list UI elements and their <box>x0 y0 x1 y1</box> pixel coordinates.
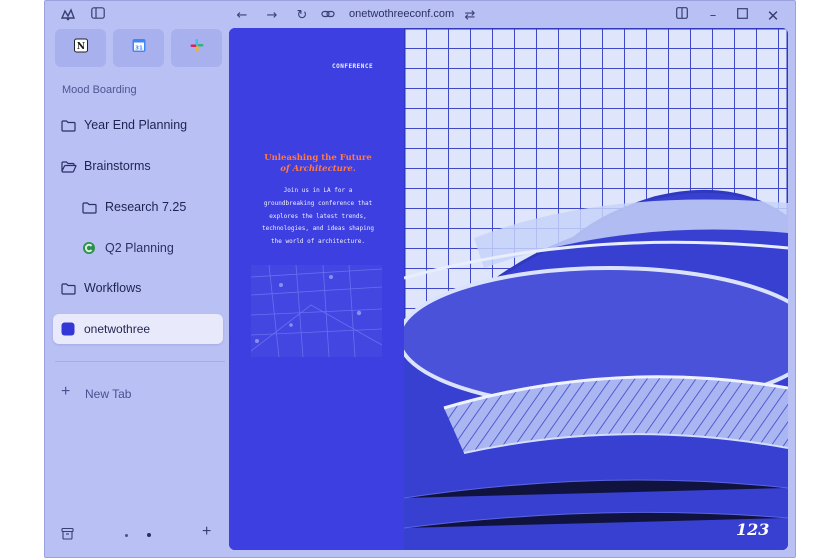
pinned-tab-slack[interactable] <box>171 29 222 67</box>
pinned-tab-notion[interactable]: N <box>55 29 106 67</box>
new-tab-button[interactable]: + New Tab <box>59 381 209 405</box>
sidebar-item-label: onetwothree <box>84 322 151 336</box>
folder-open-icon <box>61 160 77 178</box>
site-controls-icon[interactable]: ⇄ <box>461 7 479 25</box>
close-icon[interactable]: ✕ <box>764 7 782 25</box>
split-view-icon[interactable] <box>673 7 691 25</box>
sidebar-item-label: Brainstorms <box>84 159 151 173</box>
new-tab-label: New Tab <box>85 387 132 401</box>
site-favicon-icon <box>61 322 75 341</box>
web-content: CONFERENCE Unleashing the Future of Arch… <box>229 28 788 550</box>
notion-glyph: N <box>76 42 84 52</box>
space-dot-icon[interactable] <box>125 534 128 537</box>
skylight-image <box>404 28 788 550</box>
sidebar-item-label: Research 7.25 <box>105 200 187 214</box>
description-line: explores the latest trends, <box>269 212 367 220</box>
sidebar-divider <box>55 361 225 362</box>
sidebar-bottom-bar: + <box>45 521 229 549</box>
description-line: technologies, and ideas shaping <box>262 225 374 233</box>
sidebar-item-label: Workflows <box>84 281 142 295</box>
coda-app-icon <box>82 241 96 260</box>
calendar-icon: 31 <box>132 39 146 58</box>
space-dot-active-icon[interactable] <box>147 533 151 537</box>
sidebar-item-label: Q2 Planning <box>105 241 174 255</box>
pinned-tab-calendar[interactable]: 31 <box>113 29 164 67</box>
conference-label: CONFERENCE <box>332 63 374 70</box>
archive-icon[interactable] <box>61 527 74 545</box>
event-description: Join us in LA for a groundbreaking confe… <box>243 185 393 249</box>
folder-icon <box>61 119 76 137</box>
sidebar-item-q2-planning[interactable]: Q2 Planning <box>53 233 223 265</box>
sidebar-item-year-end-planning[interactable]: Year End Planning <box>53 110 223 142</box>
sidebar-item-brainstorms[interactable]: Brainstorms <box>53 151 223 183</box>
folder-icon <box>82 201 97 219</box>
browser-window: ← → ↻ onetwothreeconf.com ⇄ – ✕ N 31 Moo… <box>44 0 796 558</box>
top-bar: ← → ↻ onetwothreeconf.com ⇄ – ✕ <box>45 1 795 31</box>
folder-icon <box>61 282 76 300</box>
sidebar-item-research-7-25[interactable]: Research 7.25 <box>53 192 223 224</box>
description-line: Join us in LA for a <box>283 187 353 194</box>
headline: Unleashing the Future of Architecture. <box>243 153 393 175</box>
sidebar-toggle-icon[interactable] <box>89 7 107 25</box>
poster-info-panel: CONFERENCE Unleashing the Future of Arch… <box>229 28 404 550</box>
maximize-icon[interactable] <box>733 7 751 25</box>
notion-icon: N <box>73 38 88 58</box>
section-label: Mood Boarding <box>62 84 137 96</box>
venue-map-image <box>251 265 382 357</box>
slack-icon <box>190 39 204 58</box>
brand-logo: 123 <box>736 520 770 539</box>
sidebar-item-onetwothree[interactable]: onetwothree <box>53 314 223 344</box>
link-icon[interactable] <box>319 7 337 25</box>
bird-logo-icon[interactable] <box>59 7 77 25</box>
description-line: the world of architecture. <box>271 238 365 246</box>
address-bar[interactable]: onetwothreeconf.com <box>349 8 454 20</box>
architecture-photo: 123 <box>404 28 788 550</box>
forward-icon[interactable]: → <box>263 7 281 25</box>
reload-icon[interactable]: ↻ <box>293 7 311 25</box>
minimize-icon[interactable]: – <box>704 7 722 25</box>
plus-icon: + <box>61 383 71 400</box>
headline-line-2: of Architecture. <box>280 164 356 174</box>
description-line: groundbreaking conference that <box>263 199 373 207</box>
headline-line-1: Unleashing the Future <box>264 153 372 163</box>
calendar-glyph: 31 <box>135 46 143 52</box>
back-icon[interactable]: ← <box>233 7 251 25</box>
sidebar-item-workflows[interactable]: Workflows <box>53 273 223 305</box>
add-space-icon[interactable]: + <box>202 523 211 541</box>
sidebar-item-label: Year End Planning <box>84 118 188 132</box>
